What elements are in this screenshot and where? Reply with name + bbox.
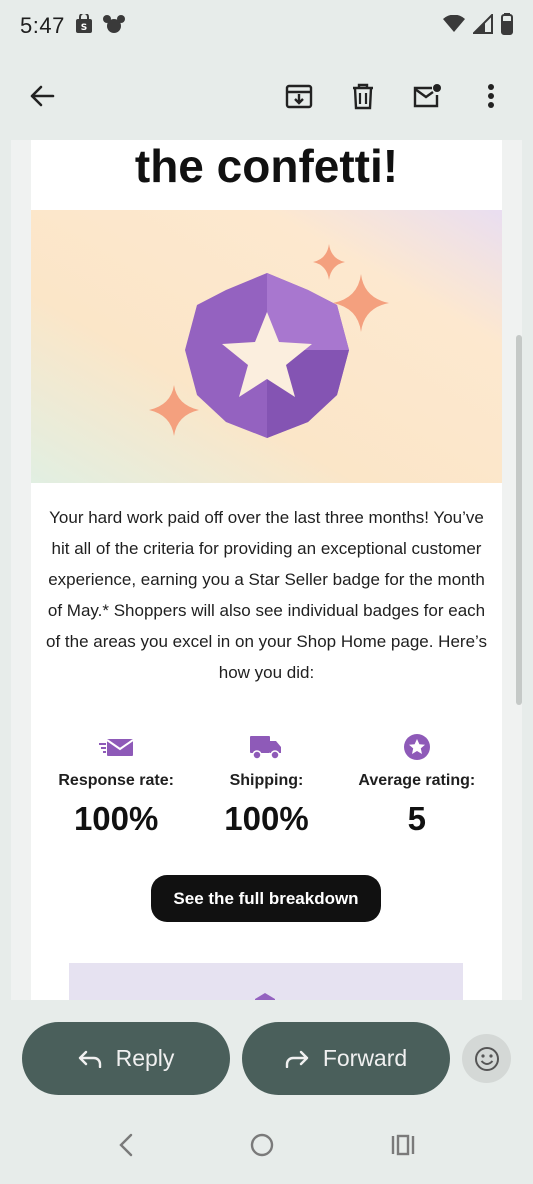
reply-button[interactable]: Reply xyxy=(22,1022,230,1095)
star-circle-icon xyxy=(403,730,431,764)
reply-label: Reply xyxy=(115,1045,175,1071)
archive-button[interactable] xyxy=(275,72,323,120)
svg-text:S: S xyxy=(81,23,87,33)
forward-label: Forward xyxy=(322,1045,408,1071)
stat-shipping: Shipping: 100% xyxy=(191,730,341,838)
nav-back-button[interactable] xyxy=(118,1133,134,1162)
nav-recents-button[interactable] xyxy=(391,1134,415,1161)
stat-response-rate: Response rate: 100% xyxy=(41,730,191,838)
star-seller-badge-image xyxy=(31,210,502,483)
stat-value: 5 xyxy=(407,800,426,837)
emoji-smile-icon xyxy=(474,1046,499,1071)
next-section-banner xyxy=(69,963,463,1000)
see-breakdown-button[interactable]: See the full breakdown xyxy=(151,875,381,922)
mark-unread-button[interactable] xyxy=(403,72,451,120)
email-toolbar xyxy=(0,52,533,140)
email-headline: the confetti! xyxy=(134,140,399,192)
signal-icon xyxy=(471,12,493,39)
stat-value: 100% xyxy=(73,800,159,837)
email-card: the confetti! Your hard work paid off ov… xyxy=(31,140,502,1000)
scrollbar[interactable] xyxy=(516,335,522,705)
reply-icon xyxy=(78,1050,101,1068)
home-circle-icon xyxy=(251,1133,274,1156)
archive-icon xyxy=(285,84,313,109)
email-body[interactable]: the confetti! Your hard work paid off ov… xyxy=(11,140,522,1000)
more-options-button[interactable] xyxy=(467,72,515,120)
more-vert-icon xyxy=(488,84,494,108)
battery-icon xyxy=(501,12,513,40)
reply-actions: Reply Forward xyxy=(0,1000,533,1110)
email-body-text: Your hard work paid off over the last th… xyxy=(45,508,487,682)
mark-unread-icon xyxy=(413,84,441,108)
mouse-ears-icon xyxy=(102,14,125,39)
delete-button[interactable] xyxy=(339,72,387,120)
stat-label: Shipping: xyxy=(229,772,304,789)
seller-stats: Response rate: 100% Shipping: 100% Avera… xyxy=(31,730,502,838)
truck-icon xyxy=(250,730,282,764)
nav-home-button[interactable] xyxy=(250,1133,274,1162)
stat-value: 100% xyxy=(224,800,309,837)
wifi-icon xyxy=(443,14,465,38)
arrow-left-icon xyxy=(30,85,55,107)
stat-average-rating: Average rating: 5 xyxy=(342,730,492,838)
forward-button[interactable]: Forward xyxy=(242,1022,450,1095)
mail-fast-icon xyxy=(99,730,134,764)
stat-label: Average rating: xyxy=(358,772,476,789)
emoji-reaction-button[interactable] xyxy=(462,1034,511,1083)
delete-icon xyxy=(353,83,373,110)
system-nav-bar xyxy=(0,1110,533,1184)
stat-label: Response rate: xyxy=(58,772,174,789)
status-time: 5:47 xyxy=(20,13,65,38)
shopping-bag-icon: S xyxy=(75,11,93,39)
back-button[interactable] xyxy=(18,72,66,120)
back-triangle-icon xyxy=(119,1133,133,1156)
status-bar: 5:47 S xyxy=(0,0,533,52)
forward-icon xyxy=(285,1050,309,1068)
recents-icon xyxy=(391,1134,415,1155)
